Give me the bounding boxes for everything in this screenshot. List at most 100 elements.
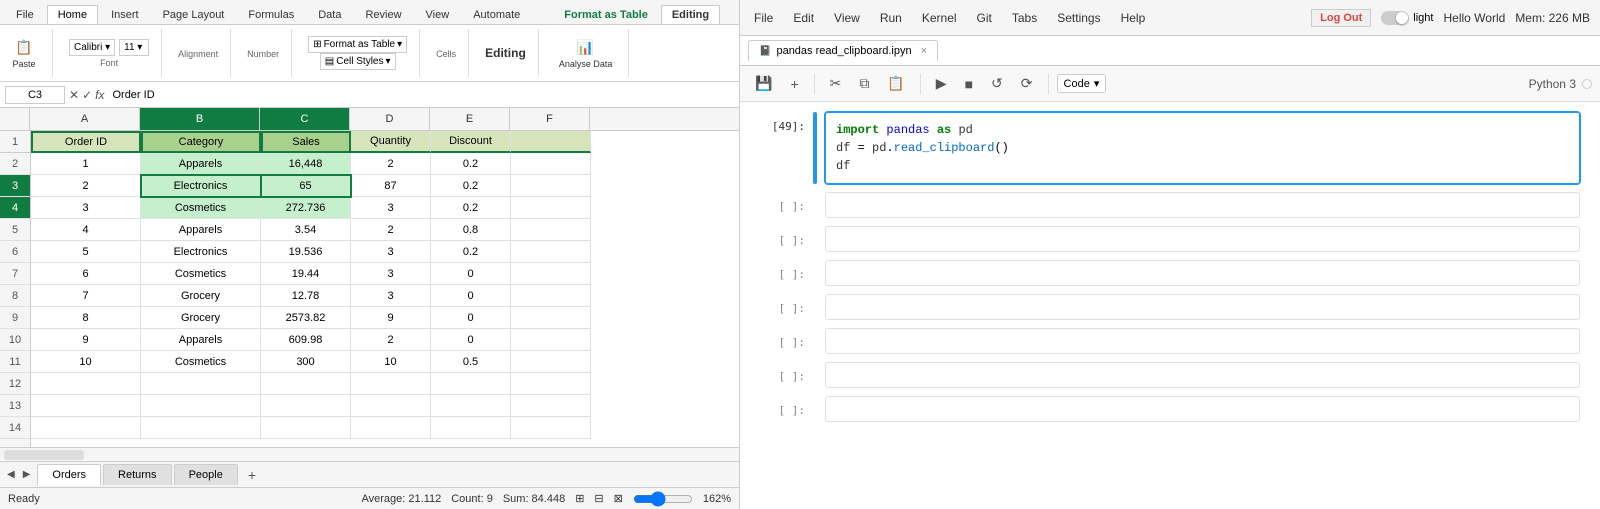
- menu-settings[interactable]: Settings: [1053, 9, 1104, 27]
- cell-f10[interactable]: [511, 329, 591, 351]
- cell-type-dropdown[interactable]: Code ▾: [1057, 74, 1107, 93]
- tab-table[interactable]: Format as Table: [553, 5, 659, 24]
- cell-a8[interactable]: 7: [31, 285, 141, 307]
- cell-c10[interactable]: 609.98: [261, 329, 351, 351]
- cell-d14[interactable]: [351, 417, 431, 439]
- cell-reference-input[interactable]: [5, 86, 65, 104]
- view-normal-icon[interactable]: ⊞: [575, 492, 584, 505]
- copy-cell-button[interactable]: ⧉: [852, 71, 876, 96]
- tab-editing[interactable]: Editing: [661, 5, 720, 24]
- cell-b7[interactable]: Cosmetics: [141, 263, 261, 285]
- cancel-formula-icon[interactable]: ✕: [69, 88, 79, 102]
- menu-git[interactable]: Git: [973, 9, 996, 27]
- code-cell-49[interactable]: import pandas as pd df = pd.read_clipboa…: [825, 112, 1580, 184]
- cell-e13[interactable]: [431, 395, 511, 417]
- tab-page-layout[interactable]: Page Layout: [152, 5, 236, 24]
- cell-d6[interactable]: 3: [351, 241, 431, 263]
- cell-a12[interactable]: [31, 373, 141, 395]
- theme-switch[interactable]: [1381, 11, 1409, 25]
- cell-a3[interactable]: 2: [31, 175, 141, 197]
- cell-a6[interactable]: 5: [31, 241, 141, 263]
- font-size-selector[interactable]: 11 ▾: [119, 39, 149, 56]
- cell-styles-button[interactable]: ▤ Cell Styles ▾: [320, 53, 396, 70]
- cell-a2[interactable]: 1: [31, 153, 141, 175]
- cell-c12[interactable]: [261, 373, 351, 395]
- tab-formulas[interactable]: Formulas: [237, 5, 305, 24]
- cell-e9[interactable]: 0: [431, 307, 511, 329]
- cell-a14[interactable]: [31, 417, 141, 439]
- cell-d1[interactable]: Quantity: [351, 131, 431, 153]
- cell-c4[interactable]: 272.736: [261, 197, 351, 219]
- run-cell-button[interactable]: ▶: [929, 71, 954, 96]
- cell-a9[interactable]: 8: [31, 307, 141, 329]
- menu-edit[interactable]: Edit: [789, 9, 818, 27]
- cell-d11[interactable]: 10: [351, 351, 431, 373]
- cell-d8[interactable]: 3: [351, 285, 431, 307]
- empty-code-cell-3[interactable]: [825, 260, 1580, 286]
- sheet-tab-people[interactable]: People: [174, 464, 238, 485]
- format-as-table-button[interactable]: ⊞ Format as Table ▾: [308, 36, 407, 53]
- menu-view[interactable]: View: [830, 9, 864, 27]
- tab-review[interactable]: Review: [354, 5, 412, 24]
- confirm-formula-icon[interactable]: ✓: [82, 88, 92, 102]
- tab-insert[interactable]: Insert: [100, 5, 150, 24]
- cell-e11[interactable]: 0.5: [431, 351, 511, 373]
- view-page-icon[interactable]: ⊟: [594, 492, 603, 505]
- cell-f7[interactable]: [511, 263, 591, 285]
- formula-input[interactable]: [108, 87, 734, 103]
- cell-b9[interactable]: Grocery: [141, 307, 261, 329]
- cell-f8[interactable]: [511, 285, 591, 307]
- cell-b1[interactable]: Category: [141, 131, 261, 153]
- cell-b4[interactable]: Cosmetics: [141, 197, 261, 219]
- sheet-nav-next[interactable]: ▶: [20, 467, 34, 482]
- empty-code-cell-7[interactable]: [825, 396, 1580, 422]
- cell-f13[interactable]: [511, 395, 591, 417]
- cell-d3[interactable]: 87: [351, 175, 431, 197]
- zoom-slider[interactable]: [633, 494, 693, 504]
- menu-tabs[interactable]: Tabs: [1008, 9, 1041, 27]
- sheet-nav-prev[interactable]: ◀: [4, 467, 18, 482]
- cell-f5[interactable]: [511, 219, 591, 241]
- cell-f14[interactable]: [511, 417, 591, 439]
- cell-e4[interactable]: 0.2: [431, 197, 511, 219]
- cell-a13[interactable]: [31, 395, 141, 417]
- cell-c13[interactable]: [261, 395, 351, 417]
- cell-b13[interactable]: [141, 395, 261, 417]
- cell-c9[interactable]: 2573.82: [261, 307, 351, 329]
- empty-code-cell-6[interactable]: [825, 362, 1580, 388]
- cell-e7[interactable]: 0: [431, 263, 511, 285]
- cell-c11[interactable]: 300: [261, 351, 351, 373]
- file-tab-notebook[interactable]: 📓 pandas read_clipboard.ipyn ×: [748, 40, 938, 61]
- cell-e5[interactable]: 0.8: [431, 219, 511, 241]
- col-header-d[interactable]: D: [350, 108, 430, 130]
- cell-e14[interactable]: [431, 417, 511, 439]
- col-header-c[interactable]: C: [260, 108, 350, 130]
- cell-c5[interactable]: 3.54: [261, 219, 351, 241]
- col-header-b[interactable]: B: [140, 108, 260, 130]
- cell-d7[interactable]: 3: [351, 263, 431, 285]
- cell-d13[interactable]: [351, 395, 431, 417]
- view-pagebreak-icon[interactable]: ⊠: [614, 492, 623, 505]
- sheet-tab-orders[interactable]: Orders: [37, 464, 101, 486]
- cell-c6[interactable]: 19.536: [261, 241, 351, 263]
- menu-help[interactable]: Help: [1117, 9, 1150, 27]
- cell-b5[interactable]: Apparels: [141, 219, 261, 241]
- cell-b3[interactable]: Electronics: [141, 175, 261, 197]
- cell-d2[interactable]: 2: [351, 153, 431, 175]
- cell-c1[interactable]: Sales: [261, 131, 351, 153]
- cell-a11[interactable]: 10: [31, 351, 141, 373]
- cell-f6[interactable]: [511, 241, 591, 263]
- col-header-a[interactable]: A: [30, 108, 140, 130]
- empty-code-cell-1[interactable]: [825, 192, 1580, 218]
- cell-d9[interactable]: 9: [351, 307, 431, 329]
- tab-home[interactable]: Home: [47, 5, 98, 24]
- empty-code-cell-5[interactable]: [825, 328, 1580, 354]
- cell-e3[interactable]: 0.2: [431, 175, 511, 197]
- cell-a5[interactable]: 4: [31, 219, 141, 241]
- cell-e1[interactable]: Discount: [431, 131, 511, 153]
- cell-e2[interactable]: 0.2: [431, 153, 511, 175]
- cell-a1[interactable]: Order ID: [31, 131, 141, 153]
- col-header-f[interactable]: F: [510, 108, 590, 130]
- cell-e8[interactable]: 0: [431, 285, 511, 307]
- cell-f2[interactable]: [511, 153, 591, 175]
